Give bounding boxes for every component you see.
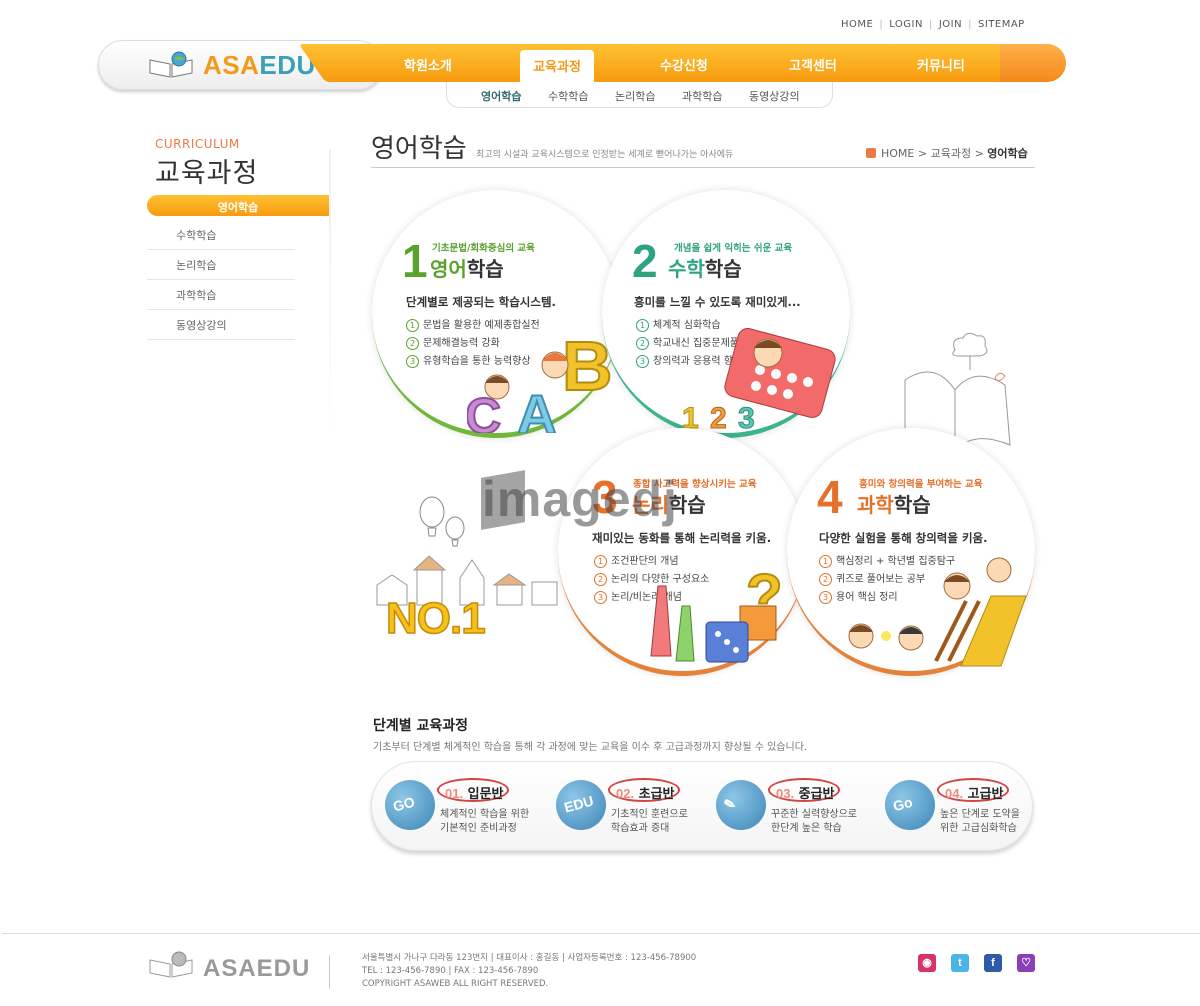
sidebar-eyebrow: CURRICULUM	[155, 137, 240, 151]
util-sitemap-link[interactable]: SITEMAP	[978, 19, 1025, 30]
course-title: 영어학습	[430, 257, 504, 281]
course-tag: 개념을 쉽게 익히는 쉬운 교육	[674, 243, 793, 254]
util-home-link[interactable]: HOME	[841, 19, 873, 30]
stage-desc: 체계적인 학습을 위한 기본적인 준비과정	[440, 809, 530, 834]
notebook-icon: ✎	[716, 780, 766, 830]
sidebar-item-logic[interactable]: 논리학습	[147, 250, 295, 280]
globe-go-icon: Go	[885, 780, 935, 830]
course-lead: 다양한 실험을 통해 창의력을 키움.	[819, 531, 988, 545]
course-lead: 단계별로 제공되는 학습시스템.	[406, 295, 556, 309]
sidebar-item-math[interactable]: 수학학습	[147, 220, 295, 250]
stages-subtitle: 기초부터 단계별 체계적인 학습을 통해 각 과정에 맞는 교육을 이수 후 고…	[373, 742, 808, 753]
sidebar-item-video[interactable]: 동영상강의	[147, 310, 295, 340]
svg-text:2: 2	[710, 402, 727, 433]
abc-blocks-kids-icon: B A C	[467, 326, 614, 433]
course-card-science[interactable]: 4 흥미와 창의력을 부여하는 교육 과학학습 다양한 실험을 통해 창의력을 …	[787, 428, 1035, 676]
stage-label: 04. 고급반	[937, 778, 1009, 802]
pencils-dice-icon: ?	[650, 561, 784, 663]
util-join-link[interactable]: JOIN	[939, 19, 962, 30]
course-lead: 흥미를 느낄 수 있도록 재미있게...	[634, 295, 801, 309]
sidebar-item-english[interactable]: 영어학습	[147, 195, 329, 216]
calculator-kid-icon: 1 2 3	[682, 328, 836, 433]
edu-city-icon: EDU	[556, 780, 606, 830]
course-lead: 재미있는 동화를 통해 논리력을 키움.	[592, 531, 772, 545]
stage-label: 01. 입문반	[437, 778, 509, 802]
nav-item-about[interactable]: 학원소개	[404, 55, 452, 74]
breadcrumb-section[interactable]: 교육과정	[931, 147, 971, 160]
utility-links: HOME | LOGIN | JOIN | SITEMAP	[841, 19, 1025, 30]
course-number: 2	[632, 235, 658, 287]
footer-book-logo-icon	[149, 951, 193, 978]
footer-logo[interactable]: ASAEDU	[203, 955, 310, 983]
home-icon	[866, 148, 876, 158]
footer-info: 서울특별시 가나구 다라동 123번지 | 대표이사 : 홍길동 | 사업자등록…	[362, 952, 696, 991]
footer-contact: TEL : 123-456-7890 | FAX : 123-456-7890	[362, 966, 539, 976]
facebook-icon[interactable]: f	[984, 954, 1002, 972]
chat-bubble-icon[interactable]: ♡	[1017, 954, 1035, 972]
breadcrumb-home[interactable]: HOME	[881, 147, 914, 160]
book-logo-icon	[149, 51, 193, 78]
no1-badge: NO.1	[385, 593, 486, 644]
footer-address: 서울특별시 가나구 다라동 123번지 | 대표이사 : 홍길동 | 사업자등록…	[362, 953, 697, 963]
course-tag: 흥미와 창의력을 부여하는 교육	[859, 479, 983, 490]
subnav-item-science[interactable]: 과학학습	[682, 88, 722, 104]
instagram-icon[interactable]: ◉	[918, 954, 936, 972]
header-divider	[371, 167, 1035, 168]
svg-text:A: A	[517, 383, 557, 433]
nav-item-curriculum[interactable]: 교육과정	[520, 50, 594, 82]
main-nav-end	[1000, 44, 1066, 82]
footer-copyright: COPYRIGHT ASAWEB ALL RIGHT RESERVED.	[362, 979, 549, 989]
course-title: 수학학습	[668, 257, 742, 281]
page-title: 영어학습	[371, 134, 467, 164]
watermark-text: imagedj	[482, 471, 678, 527]
course-number: 1	[402, 235, 428, 287]
stage-label: 03. 중급반	[768, 778, 840, 802]
sidebar-item-science[interactable]: 과학학습	[147, 280, 295, 310]
course-card-logic[interactable]: 3 종합 사고력을 향상시키는 교육 논리학습 재미있는 동화를 통해 논리력을…	[558, 428, 806, 676]
nav-item-register[interactable]: 수강신청	[660, 55, 708, 74]
subnav-item-math[interactable]: 수학학습	[548, 88, 588, 104]
course-title: 과학학습	[857, 493, 931, 517]
subnav-item-english[interactable]: 영어학습	[481, 88, 521, 104]
breadcrumb-current: 영어학습	[987, 147, 1028, 160]
footer-divider	[329, 955, 330, 989]
subnav-item-logic[interactable]: 논리학습	[615, 88, 655, 104]
science-kids-icon	[848, 557, 1027, 667]
page-subtitle: 최고의 시설과 교육시스템으로 인정받는 세계로 뻗어나가는 아사에듀	[476, 150, 734, 160]
stage-label: 02. 초급반	[608, 778, 680, 802]
sidebar-divider	[329, 150, 331, 440]
svg-text:3: 3	[738, 402, 755, 433]
sub-nav: 영어학습 수학학습 논리학습 과학학습 동영상강의	[446, 82, 833, 108]
site-logo[interactable]: ASAEDU	[203, 50, 316, 81]
subnav-item-video[interactable]: 동영상강의	[749, 88, 800, 104]
course-tag: 기초문법/회화중심의 교육	[432, 243, 535, 254]
course-card-english[interactable]: 1 기초문법/회화중심의 교육 영어학습 단계별로 제공되는 학습시스템. 1문…	[372, 190, 620, 438]
course-number: 4	[817, 471, 843, 523]
course-card-math[interactable]: 2 개념을 쉽게 익히는 쉬운 교육 수학학습 흥미를 느낄 수 있도록 재미있…	[602, 190, 850, 438]
stages-title: 단계별 교육과정	[373, 718, 469, 734]
nav-item-community[interactable]: 커뮤니티	[917, 55, 965, 74]
twitter-icon[interactable]: t	[951, 954, 969, 972]
go-sign-icon: GO	[385, 780, 435, 830]
nav-item-support[interactable]: 고객센터	[789, 55, 837, 74]
sidebar-title: 교육과정	[155, 158, 259, 189]
breadcrumb: HOME > 교육과정 > 영어학습	[866, 145, 1028, 161]
util-login-link[interactable]: LOGIN	[889, 19, 923, 30]
stage-desc: 높은 단계로 도약을 위한 고급심화학습	[940, 809, 1020, 834]
stage-desc: 꾸준한 실력향상으로 한단계 높은 학습	[771, 809, 857, 834]
stage-desc: 기초적인 훈련으로 학습효과 증대	[611, 809, 688, 834]
